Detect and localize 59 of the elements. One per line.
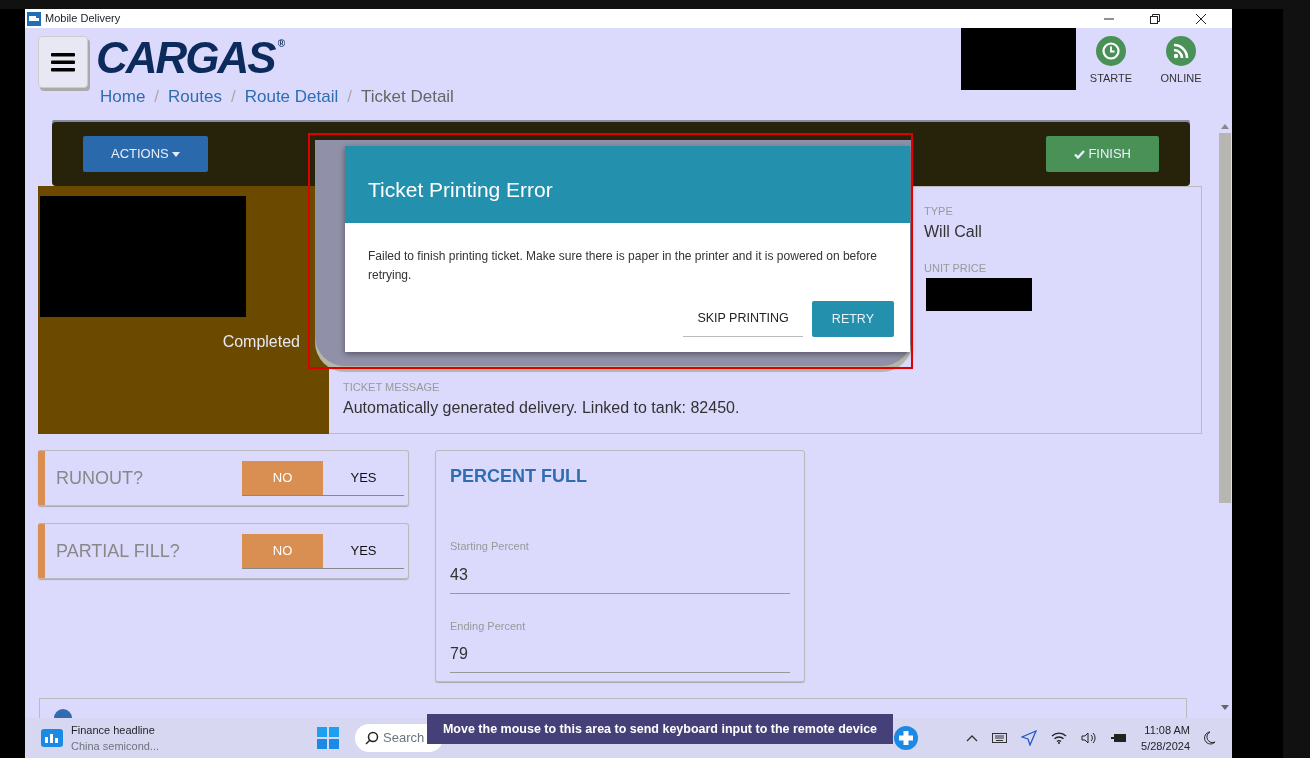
input-field[interactable]: Ending Percent 79 (450, 617, 790, 673)
speaker-icon (1081, 732, 1098, 744)
news-widget[interactable]: Finance headline China semicond... (41, 721, 160, 755)
taskbar-app[interactable] (894, 726, 919, 750)
restore-icon (1150, 14, 1160, 25)
chevron-up-icon (966, 734, 979, 742)
scroll-down-icon (1220, 705, 1229, 710)
window-title: Mobile Delivery (45, 11, 122, 27)
status-label: STARTE (1089, 71, 1133, 86)
toggle-option[interactable]: NO (242, 534, 323, 568)
check-icon (1073, 150, 1085, 160)
field-label: UNIT PRICE (924, 260, 988, 276)
battery-icon (1111, 733, 1128, 743)
breadcrumb-separator: / (347, 86, 352, 108)
dialog-title: Ticket Printing Error (345, 146, 910, 223)
keyboard-icon (992, 733, 1008, 743)
clock-icon (1096, 36, 1126, 66)
ticket-status: Completed (222, 332, 300, 352)
status-label: ONLINE (1160, 71, 1202, 86)
toggle-option[interactable]: NO (242, 461, 323, 495)
field-label: TICKET MESSAGE (343, 380, 441, 395)
breadcrumb-separator: / (230, 86, 236, 108)
actions-button[interactable]: ACTIONS (83, 136, 209, 172)
breadcrumb-link[interactable]: Home (100, 84, 146, 110)
logo: CARGAS$^{®}$ (96, 36, 285, 80)
breadcrumb-separator: / (154, 86, 160, 108)
toggle-option[interactable]: YES (323, 461, 404, 495)
moon-icon (1204, 731, 1216, 745)
toggle-option[interactable]: YES (323, 534, 404, 568)
chart-icon (41, 729, 63, 747)
breadcrumb-link[interactable]: Routes (168, 84, 222, 110)
breadcrumb-current: Ticket Detail (361, 86, 454, 108)
location-arrow-icon (1021, 730, 1038, 746)
news-subtitle: China semicond... (71, 739, 160, 754)
search-icon (365, 731, 380, 745)
dialog-message: Failed to finish printing ticket. Make sure there is paper in the printer and it is powered on before retrying. (367, 248, 878, 285)
menu-button[interactable] (38, 36, 88, 88)
ticket-message: Automatically generated delivery. Linked to tank: 82450. (343, 397, 740, 418)
toggle-label: RUNOUT? (56, 466, 144, 490)
retry-button[interactable]: RETRY (811, 301, 894, 338)
windows-icon (317, 727, 340, 749)
input-field[interactable]: Starting Percent 43 (450, 538, 790, 594)
menu-icon (51, 52, 75, 72)
toggle-label: PARTIAL FILL? (56, 539, 181, 563)
scroll-up-icon (1220, 124, 1229, 129)
close-icon (1196, 14, 1206, 25)
field-label: TYPE (924, 204, 954, 219)
clock[interactable]: 11:08 AM 5/28/2024 (1141, 721, 1190, 755)
plus-icon (894, 726, 919, 750)
start-button[interactable] (317, 727, 340, 749)
wifi-icon (1051, 732, 1068, 744)
field-value: Will Call (924, 221, 983, 242)
caret-icon (172, 152, 181, 158)
card-title: PERCENT FULL (450, 465, 588, 488)
feed-icon (1166, 36, 1196, 66)
breadcrumb-link[interactable]: Route Detail (244, 84, 339, 110)
news-title: Finance headline (71, 722, 156, 738)
remote-input-banner: Move the mouse to this area to send keyboard input to the remote device (427, 714, 893, 744)
finish-button[interactable]: FINISH (1045, 136, 1159, 172)
